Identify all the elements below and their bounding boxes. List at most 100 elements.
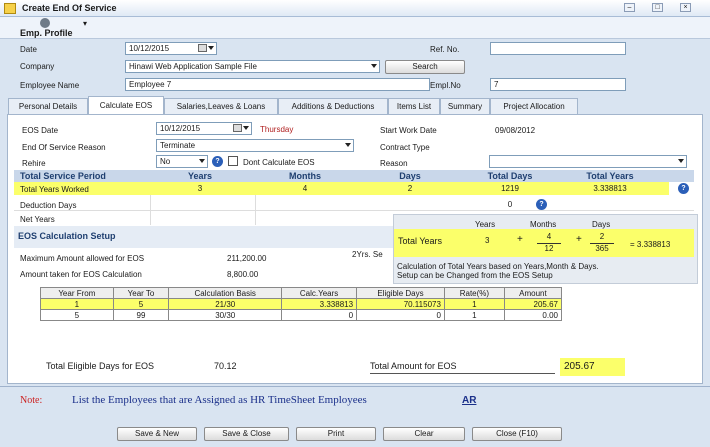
total-amount-value: 205.67	[560, 358, 625, 376]
days-denominator: 365	[590, 243, 614, 253]
calendar-icon[interactable]	[233, 124, 242, 132]
formula-days-header: Days	[592, 220, 611, 229]
total-amount-label: Total Amount for EOS	[370, 361, 457, 371]
cell-calculation-basis: 30/30	[168, 309, 283, 321]
total-eligible-days-label: Total Eligible Days for EOS	[46, 361, 155, 371]
header-total-years: Total Years	[586, 171, 634, 181]
dont-calculate-label: Dont Calculate EOS	[243, 158, 315, 167]
divider	[0, 386, 710, 387]
print-button[interactable]: Print	[296, 427, 376, 441]
rehire-select[interactable]: No	[156, 155, 208, 168]
tab-salaries-leaves-loans[interactable]: Salaries,Leaves & Loans	[164, 98, 278, 114]
close-window-button[interactable]: ×	[680, 3, 691, 12]
user-icon	[40, 18, 50, 28]
row-years: 3	[197, 184, 203, 193]
cell-rate: 1	[443, 298, 505, 310]
tab-calculate-eos[interactable]: Calculate EOS	[88, 96, 164, 115]
date-picker[interactable]: 10/12/2015	[125, 42, 217, 55]
setup-title: EOS Calculation Setup	[18, 231, 116, 241]
row-total-years: 3.338813	[593, 184, 627, 193]
formula-years-value: 3	[485, 236, 490, 245]
eos-table: Year From Year To Calculation Basis Calc…	[40, 287, 563, 321]
maximize-button[interactable]: □	[652, 3, 663, 12]
date-label: Date	[20, 45, 37, 54]
window-title: Create End Of Service	[22, 3, 117, 13]
tab-items-list[interactable]: Items List	[388, 98, 440, 114]
tab-additions-deductions[interactable]: Additions & Deductions	[278, 98, 388, 114]
months-numerator: 4	[546, 232, 552, 241]
table-header-row: Year From Year To Calculation Basis Calc…	[40, 287, 563, 299]
tab-project-allocation[interactable]: Project Allocation	[490, 98, 578, 114]
company-label: Company	[20, 62, 55, 71]
search-button[interactable]: Search	[385, 60, 465, 74]
dont-calculate-checkbox[interactable]	[228, 156, 238, 166]
start-work-date-label: Start Work Date	[380, 126, 437, 135]
table-row[interactable]: 5 99 30/30 0 0 1 0.00	[40, 309, 563, 321]
total-eligible-days-value: 70.12	[214, 361, 237, 371]
row-months: 4	[302, 184, 308, 193]
weekday-label: Thursday	[260, 125, 294, 134]
months-fraction: 4 12	[537, 232, 561, 253]
formula-result: = 3.338813	[630, 240, 671, 249]
max-amount-value: 211,200.00	[227, 254, 267, 263]
cell-year-to: 99	[112, 309, 170, 321]
row-label: Net Years	[20, 215, 55, 224]
calendar-icon[interactable]	[198, 44, 207, 52]
reason-select[interactable]	[489, 155, 687, 168]
minimize-button[interactable]: –	[624, 3, 635, 12]
table-row[interactable]: 1 5 21/30 3.338813 70.115073 1 205.67	[40, 298, 563, 310]
cell-eligible-days: 70.115073	[356, 298, 445, 310]
plus-sign: +	[517, 234, 523, 245]
header-total-service-period: Total Service Period	[20, 171, 106, 181]
cell-amount: 205.67	[503, 298, 563, 310]
contract-type-label: Contract Type	[380, 143, 430, 152]
reason-label: Reason	[380, 159, 408, 168]
formula-total-years-label: Total Years	[398, 236, 443, 246]
empl-no-input[interactable]: 7	[490, 78, 626, 91]
ref-no-label: Ref. No.	[430, 45, 460, 54]
cell-calculation-basis: 21/30	[168, 298, 283, 310]
days-numerator: 2	[599, 232, 605, 241]
total-amount-underline	[370, 373, 555, 374]
eos-reason-select[interactable]: Terminate	[156, 139, 354, 152]
header-months: Months	[289, 171, 321, 181]
save-new-button[interactable]: Save & New	[117, 427, 197, 441]
clear-button[interactable]: Clear	[383, 427, 465, 441]
cell-year-from: 1	[40, 298, 114, 310]
formula-note-1: Calculation of Total Years based on Year…	[397, 262, 599, 271]
col-year-to: Year To	[112, 287, 170, 299]
rehire-label: Rehire	[22, 159, 46, 168]
cell-year-from: 5	[40, 309, 114, 321]
start-work-date-value: 09/08/2012	[495, 126, 536, 135]
col-divider	[150, 195, 151, 225]
help-icon[interactable]: ?	[536, 199, 547, 210]
empl-no-label: Empl.No	[430, 81, 461, 90]
cell-calc-years: 0	[281, 309, 358, 321]
eos-reason-label: End Of Service Reason	[22, 143, 106, 152]
col-rate: Rate(%)	[443, 287, 505, 299]
eos-date-picker[interactable]: 10/12/2015	[156, 122, 252, 135]
tab-personal-details[interactable]: Personal Details	[8, 98, 88, 114]
formula-months-header: Months	[530, 220, 557, 229]
tab-summary[interactable]: Summary	[440, 98, 490, 114]
col-year-from: Year From	[40, 287, 114, 299]
col-divider	[255, 195, 256, 225]
cell-amount: 0.00	[503, 309, 563, 321]
eos-date-label: EOS Date	[22, 126, 59, 135]
col-calculation-basis: Calculation Basis	[168, 287, 283, 299]
employee-name-input[interactable]: Employee 7	[125, 78, 430, 91]
company-select[interactable]: Hinawi Web Application Sample File	[125, 60, 380, 73]
help-icon[interactable]: ?	[678, 183, 689, 194]
amount-taken-value: 8,800.00	[227, 270, 259, 279]
col-eligible-days: Eligible Days	[356, 287, 445, 299]
ref-no-input[interactable]	[490, 42, 626, 55]
col-calc-years: Calc.Years	[281, 287, 358, 299]
close-button[interactable]: Close (F10)	[472, 427, 562, 441]
header-total-days: Total Days	[487, 171, 533, 181]
emp-profile-button[interactable]: Emp. Profile	[20, 28, 73, 38]
ar-link[interactable]: AR	[462, 395, 476, 406]
save-close-button[interactable]: Save & Close	[204, 427, 289, 441]
chevron-down-icon[interactable]: ▾	[83, 19, 87, 28]
help-icon[interactable]: ?	[212, 156, 223, 167]
row-label: Total Years Worked	[20, 185, 89, 194]
